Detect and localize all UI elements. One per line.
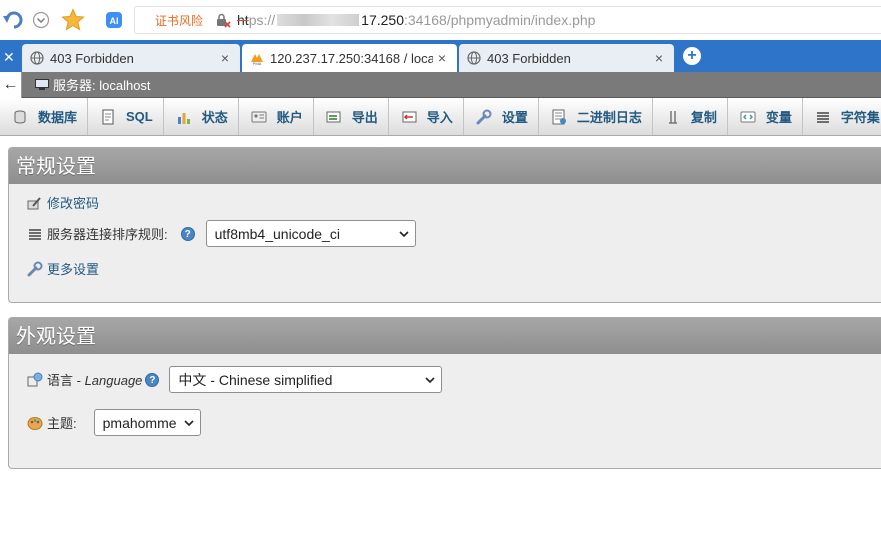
tab-403-forbidden-2[interactable]: 403 Forbidden × bbox=[459, 44, 674, 72]
tab-close-icon[interactable]: × bbox=[216, 50, 234, 66]
menu-settings[interactable]: 设置 bbox=[464, 98, 539, 135]
change-password-row: 修改密码 bbox=[27, 193, 99, 212]
tab-phpmyadmin[interactable]: PMA 120.237.17.250:34168 / loca × bbox=[242, 44, 457, 72]
more-settings-link[interactable]: 更多设置 bbox=[47, 259, 99, 278]
history-dropdown-icon[interactable] bbox=[29, 8, 53, 32]
theme-select[interactable]: pmahomme bbox=[93, 409, 201, 436]
replication-icon bbox=[668, 110, 677, 124]
menu-databases[interactable]: 数据库 bbox=[0, 98, 89, 135]
charset-icon bbox=[816, 111, 829, 123]
database-icon bbox=[14, 110, 26, 123]
browser-toolbar: AI 证书风险 htps://17.250:34168/phpmyadmin/i… bbox=[0, 0, 881, 40]
favorite-star-icon[interactable] bbox=[61, 8, 85, 32]
tab-403-forbidden-1[interactable]: 403 Forbidden × bbox=[22, 44, 240, 72]
browser-tab-bar: ✕ 403 Forbidden × PMA 120.237.17.250:341… bbox=[0, 40, 881, 72]
menu-export[interactable]: 导出 bbox=[314, 98, 389, 135]
import-icon bbox=[402, 111, 417, 122]
more-settings-row: 更多设置 bbox=[27, 259, 99, 278]
close-icon[interactable]: ✕ bbox=[3, 49, 15, 66]
appearance-settings-panel: 外观设置 语言 - Language ? 中文 - Chinese simpli… bbox=[8, 317, 881, 469]
chevron-down-icon bbox=[425, 377, 435, 384]
theme-row: 主题: pmahomme bbox=[27, 409, 201, 436]
menu-replication[interactable]: 复制 bbox=[653, 98, 728, 135]
menu-sql[interactable]: SQL bbox=[88, 98, 164, 135]
export-icon bbox=[326, 111, 341, 122]
general-settings-panel: 常规设置 修改密码 服务器连接排序规则: ? utf8mb4_unicode_c… bbox=[8, 147, 881, 303]
certificate-warning[interactable]: 证书风险 bbox=[155, 12, 203, 29]
chevron-down-icon bbox=[184, 420, 194, 427]
menu-import[interactable]: 导入 bbox=[389, 98, 464, 135]
collapse-navigation-icon[interactable]: ← bbox=[0, 71, 22, 98]
general-settings-title: 常规设置 bbox=[9, 148, 881, 184]
redacted-host bbox=[277, 14, 360, 26]
accounts-icon bbox=[251, 111, 267, 122]
sql-icon bbox=[102, 109, 114, 124]
help-icon[interactable]: ? bbox=[145, 372, 160, 387]
breadcrumb: ← 服务器: localhost bbox=[0, 71, 881, 98]
server-icon bbox=[35, 78, 49, 90]
tab-close-icon[interactable]: × bbox=[433, 50, 451, 66]
language-label: 语言 - Language bbox=[47, 373, 143, 388]
main-menu: 数据库 SQL 状态 账户 导出 导入 设置 二进制日志 复制 变量 字符集 bbox=[0, 98, 881, 136]
language-row: 语言 - Language ? 中文 - Chinese simplified bbox=[27, 366, 443, 393]
appearance-settings-title: 外观设置 bbox=[9, 318, 881, 354]
theme-label: 主题: bbox=[47, 416, 77, 431]
menu-accounts[interactable]: 账户 bbox=[239, 98, 314, 135]
theme-palette-icon bbox=[27, 416, 43, 430]
collation-row: 服务器连接排序规则: ? utf8mb4_unicode_ci bbox=[27, 220, 416, 247]
svg-text:AI: AI bbox=[110, 16, 119, 26]
language-icon bbox=[27, 372, 43, 386]
change-password-link[interactable]: 修改密码 bbox=[47, 193, 99, 212]
chevron-down-icon bbox=[399, 231, 409, 238]
variables-icon bbox=[740, 111, 756, 122]
collation-select[interactable]: utf8mb4_unicode_ci bbox=[205, 220, 416, 247]
new-tab-button[interactable]: + bbox=[683, 47, 701, 65]
binlog-icon bbox=[552, 109, 566, 124]
globe-icon bbox=[467, 51, 481, 65]
url-text[interactable]: htps://17.250:34168/phpmyadmin/index.php bbox=[237, 12, 595, 28]
menu-status[interactable]: 状态 bbox=[164, 98, 239, 135]
change-password-icon bbox=[27, 196, 41, 209]
address-bar[interactable]: 证书风险 htps://17.250:34168/phpmyadmin/inde… bbox=[134, 6, 881, 34]
svg-text:PMA: PMA bbox=[253, 61, 262, 65]
ai-assistant-icon[interactable]: AI bbox=[102, 8, 126, 32]
menu-binary-log[interactable]: 二进制日志 bbox=[539, 98, 653, 135]
tab-close-icon[interactable]: × bbox=[650, 50, 668, 66]
phpmyadmin-logo-icon: PMA bbox=[251, 54, 263, 65]
back-icon[interactable] bbox=[2, 8, 26, 32]
help-icon[interactable]: ? bbox=[180, 226, 195, 241]
globe-icon bbox=[30, 51, 44, 65]
menu-charsets[interactable]: 字符集 bbox=[803, 98, 881, 135]
breadcrumb-server-link[interactable]: 服务器: localhost bbox=[53, 75, 151, 94]
collation-icon bbox=[29, 228, 41, 240]
wrench-icon bbox=[476, 109, 492, 124]
menu-variables[interactable]: 变量 bbox=[728, 98, 803, 135]
wrench-icon bbox=[27, 261, 43, 276]
language-select[interactable]: 中文 - Chinese simplified bbox=[169, 366, 443, 393]
status-icon bbox=[177, 112, 190, 124]
insecure-lock-icon[interactable] bbox=[215, 12, 231, 28]
collation-label: 服务器连接排序规则: bbox=[47, 227, 168, 242]
